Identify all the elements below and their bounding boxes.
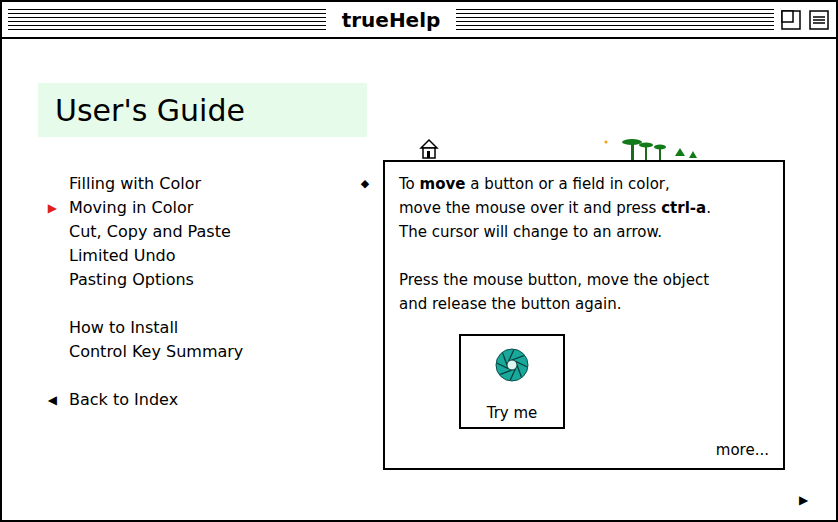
help-paragraph: Press the mouse button, move the objecta… [399, 268, 769, 316]
menu-item[interactable]: Cut, Copy and Paste [36, 220, 355, 244]
help-line: To move a button or a field in color, [399, 172, 769, 196]
help-window: trueHelp User's Guide Filling with Color▶M… [0, 0, 838, 522]
menu-item[interactable]: Pasting Options [36, 268, 355, 292]
back-icon: ◀ [36, 388, 69, 412]
collapse-icon [809, 10, 829, 30]
window-title: trueHelp [332, 7, 451, 33]
menu-item[interactable]: Limited Undo [36, 244, 355, 268]
help-panel: To move a button or a field in color,mov… [383, 160, 785, 470]
next-arrow-icon[interactable]: ▶ [785, 488, 836, 512]
title-stripes [8, 9, 326, 30]
shutter-icon [493, 346, 531, 384]
help-line: The cursor will change to an arrow. [399, 220, 769, 244]
topic-menu: Filling with Color▶Moving in ColorCut, C… [2, 160, 355, 520]
zoom-box[interactable] [780, 9, 802, 31]
back-link[interactable]: ◀Back to Index [36, 388, 355, 412]
bullet-icon: ◆ [355, 160, 383, 520]
selected-marker [36, 268, 69, 292]
help-body: User's Guide Filling with Color▶Moving in… [2, 39, 836, 520]
menu-group: How to InstallControl Key Summary [36, 316, 355, 364]
selected-marker [36, 172, 69, 196]
selected-marker [36, 340, 69, 364]
zoom-icon [781, 10, 801, 30]
help-line: move the mouse over it and press ctrl-a. [399, 196, 769, 220]
more-link[interactable]: more... [716, 438, 769, 462]
menu-item[interactable]: How to Install [36, 316, 355, 340]
help-line: Press the mouse button, move the object [399, 268, 769, 292]
selected-marker [36, 220, 69, 244]
help-line: and release the button again. [399, 292, 769, 316]
menu-group: Filling with Color▶Moving in ColorCut, C… [36, 172, 355, 292]
selected-marker: ▶ [36, 196, 69, 220]
menu-item[interactable]: ▶Moving in Color [36, 196, 355, 220]
menu-item[interactable]: Control Key Summary [36, 340, 355, 364]
selected-marker [36, 316, 69, 340]
help-paragraph: To move a button or a field in color,mov… [399, 172, 769, 244]
title-bar[interactable]: trueHelp [2, 2, 836, 39]
house-icon [421, 140, 437, 158]
sun-icon [604, 140, 607, 143]
menu-item[interactable]: Filling with Color [36, 172, 355, 196]
guide-header: User's Guide [38, 83, 367, 137]
selected-marker [36, 244, 69, 268]
collapse-box[interactable] [808, 9, 830, 31]
trees-icon [622, 139, 697, 160]
title-stripes [456, 9, 774, 30]
scene-illustration [383, 136, 785, 160]
try-me-button[interactable]: Try me [459, 334, 565, 429]
